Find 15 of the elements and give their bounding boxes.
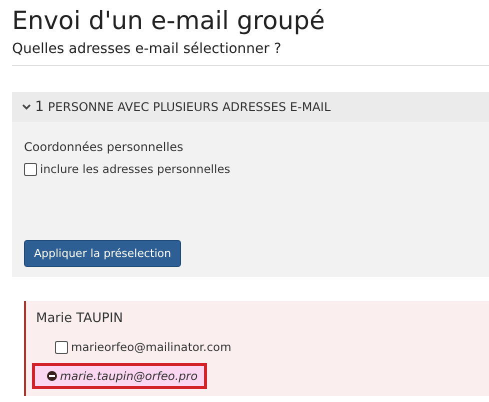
group-label: Coordonnées personnelles [24,140,184,154]
email-address: marie.taupin@orfeo.pro [60,369,198,383]
person-name: Marie TAUPIN [36,311,124,326]
blocked-icon [47,371,57,381]
checkbox[interactable] [24,162,37,176]
section-heading: PERSONNE AVEC PLUSIEURS ADRESSES E-MAIL [48,100,331,114]
section-header[interactable]: 1 PERSONNE AVEC PLUSIEURS ADRESSES E-MAIL [12,92,489,122]
apply-button[interactable]: Appliquer la préselection [24,240,182,267]
chevron-icon [22,104,31,110]
checkbox[interactable] [55,340,68,354]
section-count: 1 [35,99,44,115]
checkbox-label: inclure les adresses personnelles [40,162,230,176]
page-subtitle: Quelles adresses e-mail sélectionner ? [12,41,489,66]
page-title: Envoi d'un e-mail groupé [12,6,326,35]
email-address: marieorfeo@mailinator.com [71,340,232,354]
